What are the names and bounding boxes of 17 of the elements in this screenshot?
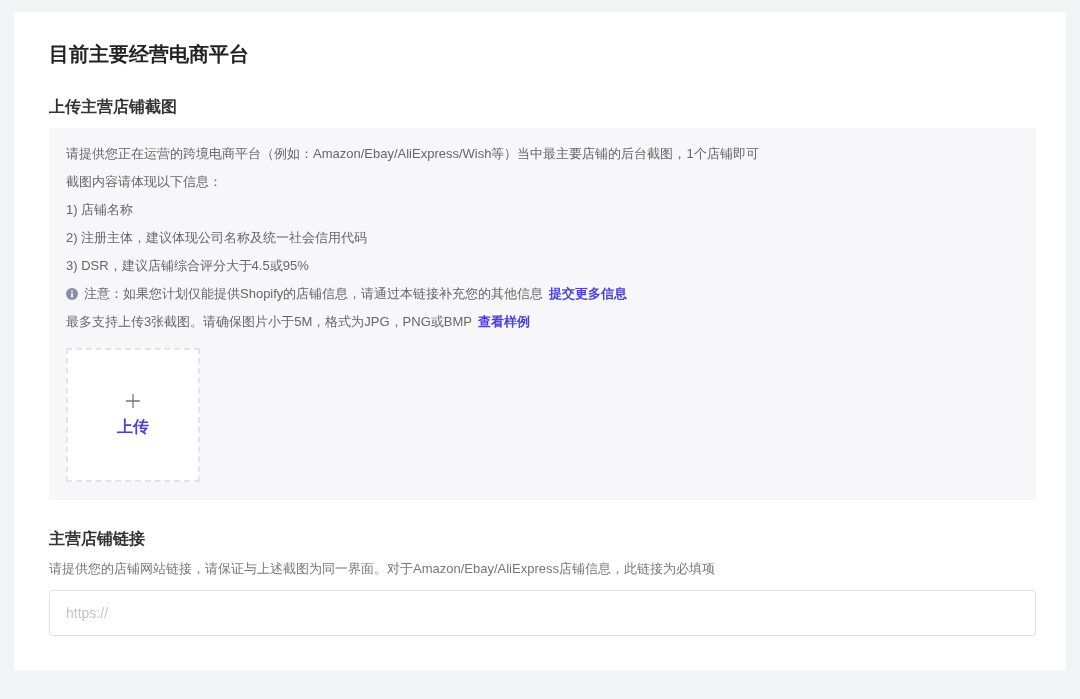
section-heading: 上传主营店铺截图 [49, 97, 178, 117]
submit-more-info-link[interactable]: 提交更多信息 [549, 286, 628, 301]
instruction-text: 1) 店铺名称 [66, 201, 135, 219]
section-heading: 主营店铺链接 [49, 529, 146, 549]
upload-button[interactable]: 上传 [66, 348, 200, 482]
instruction-text: 请提供您正在运营的跨境电商平台（例如：Amazon/Ebay/AliExpress/Wish等）当中最主要店铺的后台截图，1个店铺即可 [66, 145, 760, 163]
view-sample-link[interactable]: 查看样例 [477, 314, 530, 329]
upload-limit-text: 最多支持上传3张截图。请确保图片小于5M，格式为JPG，PNG或BMP 查看样例 [66, 314, 531, 330]
info-icon [66, 288, 78, 300]
plus-icon [125, 392, 141, 409]
field-description: 请提供您的店铺网站链接，请保证与上述截图为同一界面。对于Amazon/Ebay/AliExpress店铺信息，此链接为必填项 [49, 560, 716, 578]
instruction-text: 2) 注册主体，建议体现公司名称及统一社会信用代码 [66, 229, 369, 247]
instruction-text: 截图内容请体现以下信息： [66, 173, 223, 191]
page-title: 目前主要经营电商平台 [49, 42, 250, 67]
notice-text: 注意：如果您计划仅能提供Shopify的店铺信息，请通过本链接补充您的其他信息 提交更多信息 [84, 285, 628, 303]
instruction-text: 3) DSR，建议店铺综合评分大于4.5或95% [66, 257, 310, 275]
shop-link-input[interactable]: https:// [49, 590, 1036, 636]
